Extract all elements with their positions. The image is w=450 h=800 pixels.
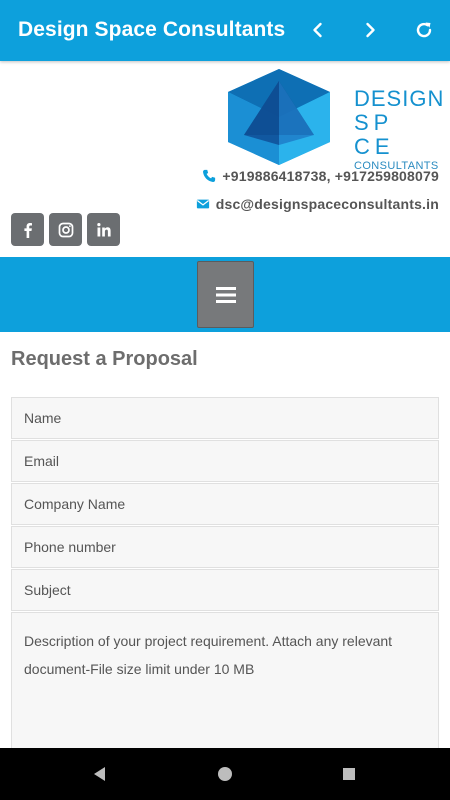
recents-square-icon[interactable] <box>339 764 359 784</box>
phone-contact[interactable]: +919886418738, +917259808079 <box>202 168 439 184</box>
linkedin-button[interactable] <box>87 213 120 246</box>
subject-field[interactable] <box>11 569 439 611</box>
name-field[interactable] <box>11 397 439 439</box>
hamburger-menu-icon <box>215 286 236 303</box>
envelope-icon <box>196 199 209 209</box>
email-address: dsc@designspaceconsultants.in <box>215 196 439 212</box>
form-title: Request a Proposal <box>11 348 198 370</box>
reload-button[interactable] <box>408 14 440 46</box>
app-bar: Design Space Consultants <box>0 0 450 61</box>
facebook-button[interactable] <box>11 213 44 246</box>
forward-button[interactable] <box>354 14 386 46</box>
instagram-icon <box>58 222 73 237</box>
instagram-button[interactable] <box>49 213 82 246</box>
phone-icon <box>203 169 216 182</box>
back-button[interactable] <box>302 14 334 46</box>
proposal-form <box>11 397 439 752</box>
email-field[interactable] <box>11 440 439 482</box>
logo-wordmark: DESIGN SP CE CONSULTANTS <box>354 87 444 173</box>
logo-line-design: DESIGN <box>354 86 445 111</box>
cube-logo-icon <box>228 69 330 165</box>
logo-line-space: SP CE <box>354 110 395 159</box>
email-contact[interactable]: dsc@designspaceconsultants.in <box>196 196 439 212</box>
company-logo: DESIGN SP CE CONSULTANTS <box>226 67 443 172</box>
facebook-icon <box>23 222 32 238</box>
back-triangle-icon[interactable] <box>90 764 110 784</box>
chevron-right-icon <box>366 22 375 38</box>
refresh-icon <box>416 22 432 38</box>
linkedin-icon <box>96 222 111 236</box>
chevron-left-icon <box>313 22 322 38</box>
description-field[interactable] <box>11 612 439 752</box>
app-title: Design Space Consultants <box>18 18 286 41</box>
navigation-band <box>0 257 450 332</box>
phone-number-field[interactable] <box>11 526 439 568</box>
home-circle-icon[interactable] <box>215 764 235 784</box>
phone-numbers: +919886418738, +917259808079 <box>222 168 439 184</box>
social-links <box>11 213 120 246</box>
company-name-field[interactable] <box>11 483 439 525</box>
menu-toggle-button[interactable] <box>197 261 254 328</box>
system-navigation-bar <box>0 748 450 800</box>
